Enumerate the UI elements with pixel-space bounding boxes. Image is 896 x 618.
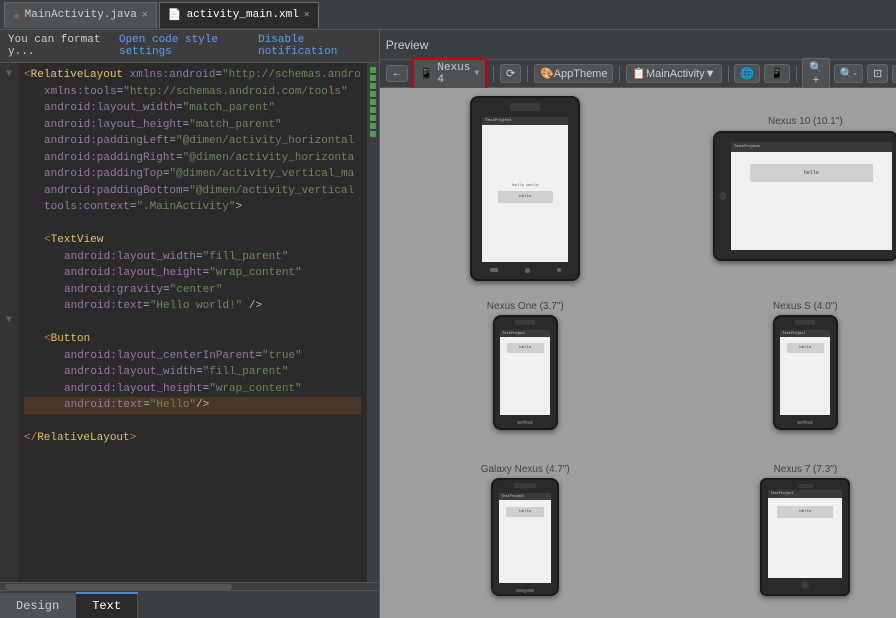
disable-notification-link[interactable]: Disable notification (258, 34, 371, 58)
zoom-fit-button[interactable]: ⊡ (867, 64, 888, 83)
code-line-12: android:layout_width="fill_parent" (24, 249, 361, 266)
nexus7-container: Nexus 7 (7.3") TestProject hello (668, 451, 896, 611)
more-button[interactable]: » (892, 65, 896, 83)
preview-canvas: TestProject hello world hello (380, 88, 896, 618)
notification-text: You can format y... (8, 34, 115, 58)
galaxy-nexus-label: Galaxy Nexus (4.7") (481, 464, 570, 475)
java-file-icon: ☕ (13, 8, 20, 22)
tab-main-activity-java[interactable]: ☕ MainActivity.java ✕ (4, 2, 157, 28)
xml-file-icon: 📄 (168, 8, 182, 22)
device-toolbar: ← 📱 Nexus 4 ▼ ⟳ 🎨 AppTheme (380, 60, 896, 88)
separator4 (728, 66, 729, 82)
tab-close-xml[interactable]: ✕ (304, 9, 310, 21)
gutter-indicator (370, 83, 376, 89)
zoom-in-button[interactable]: 🔍+ (802, 58, 829, 89)
gutter-indicator (370, 99, 376, 105)
tab-close-java[interactable]: ✕ (142, 9, 148, 21)
nexus-s-container: Nexus S (4.0") TestProject hello (668, 286, 896, 446)
code-line-21: android:text="Hello"/> (24, 397, 361, 414)
gutter-indicator (370, 75, 376, 81)
code-line-16 (24, 315, 361, 332)
fold-marker-1[interactable]: ▼ (0, 67, 18, 82)
back-button[interactable]: ← (386, 65, 408, 82)
tab-bar: ☕ MainActivity.java ✕ 📄 activity_main.xm… (0, 0, 896, 30)
code-line-6: android:paddingRight="@dimen/activity_ho… (24, 150, 361, 167)
activity-icon: 📋 (632, 67, 646, 80)
code-line-17: <Button (24, 331, 361, 348)
gutter-indicator (370, 131, 376, 137)
nexus-one-container: Nexus One (3.7") TestProject hello (388, 286, 663, 446)
galaxy-nexus-container: Galaxy Nexus (4.7") TestProject hello (388, 451, 663, 611)
nexus-one-label: Nexus One (3.7") (487, 301, 564, 312)
galaxy-nexus-device: TestProject hello (491, 478, 559, 596)
code-editor[interactable]: <RelativeLayout xmlns:android="http://sc… (18, 63, 367, 582)
code-line-10 (24, 216, 361, 233)
preview-header: Preview ⚙ — (380, 30, 896, 60)
code-line-2: xmlns:tools="http://schemas.android.com/… (24, 84, 361, 101)
device-dropdown-arrow: ▼ (474, 69, 479, 78)
nexus10-device: TestProject hello (713, 131, 896, 261)
device2-button[interactable]: 📱 (764, 64, 790, 83)
theme-button[interactable]: 🎨 AppTheme (534, 64, 614, 83)
nexus-s-device: TestProject hello (773, 315, 838, 430)
code-line-20: android:layout_height="wrap_content" (24, 381, 361, 398)
selected-device-label: Nexus 4 (437, 62, 470, 86)
code-line-19: android:layout_width="fill_parent" (24, 364, 361, 381)
fold-marker-3[interactable]: ▼ (0, 313, 18, 328)
code-line-9: tools:context=".MainActivity"> (24, 199, 361, 216)
zoom-out-button[interactable]: 🔍- (834, 64, 863, 83)
code-line-18: android:layout_centerInParent="true" (24, 348, 361, 365)
open-code-style-link[interactable]: Open code style settings (119, 34, 254, 58)
device-selector[interactable]: 📱 Nexus 4 ▼ (412, 58, 488, 90)
code-line-7: android:paddingTop="@dimen/activity_vert… (24, 166, 361, 183)
code-line-22 (24, 414, 361, 431)
code-line-11: <TextView (24, 232, 361, 249)
nexus10-label: Nexus 10 (10.1") (768, 116, 843, 127)
separator3 (619, 66, 620, 82)
nexus7-label: Nexus 7 (7.3") (774, 464, 838, 475)
nexus4-container: TestProject hello world hello (388, 96, 663, 281)
scroll-thumb[interactable] (5, 584, 232, 590)
theme-icon: 🎨 (540, 67, 554, 80)
device-phone-icon: 📱 (420, 67, 434, 81)
tab-activity-main-xml[interactable]: 📄 activity_main.xml ✕ (159, 2, 319, 28)
gutter-indicator (370, 107, 376, 113)
code-line-3: android:layout_width="match_parent" (24, 100, 361, 117)
bottom-tab-bar: Design Text (0, 590, 379, 618)
gutter-indicator (370, 91, 376, 97)
nexus4-device: TestProject hello world hello (470, 96, 580, 281)
code-line-23: </RelativeLayout> (24, 430, 361, 447)
code-line-5: android:paddingLeft="@dimen/activity_hor… (24, 133, 361, 150)
activity-button[interactable]: 📋 MainActivity▼ (626, 64, 721, 83)
separator (493, 66, 494, 82)
code-line-13: android:layout_height="wrap_content" (24, 265, 361, 282)
code-line-14: android:gravity="center" (24, 282, 361, 299)
locale-button[interactable]: 🌐 (734, 64, 760, 83)
gutter-indicator (370, 67, 376, 73)
nexus-one-device: TestProject hello (493, 315, 558, 430)
rotate-button[interactable]: ⟳ (500, 64, 521, 83)
gutter-indicator (370, 115, 376, 121)
code-line-1: <RelativeLayout xmlns:android="http://sc… (24, 67, 361, 84)
nexus-s-label: Nexus S (4.0") (773, 301, 838, 312)
nexus7-device: TestProject hello (760, 478, 850, 596)
separator2 (527, 66, 528, 82)
code-line-4: android:layout_height="match_parent" (24, 117, 361, 134)
tab-text[interactable]: Text (76, 592, 138, 618)
code-line-15: android:text="Hello world!" /> (24, 298, 361, 315)
horizontal-scrollbar[interactable] (0, 582, 379, 590)
tab-design[interactable]: Design (0, 593, 76, 618)
right-gutter (367, 63, 379, 582)
gutter-indicator (370, 123, 376, 129)
preview-title: Preview (386, 38, 429, 52)
code-line-8: android:paddingBottom="@dimen/activity_v… (24, 183, 361, 200)
nexus10-container: Nexus 10 (10.1") TestProject hello (668, 96, 896, 281)
notification-bar: You can format y... Open code style sett… (0, 30, 379, 63)
separator5 (796, 66, 797, 82)
fold-marker-2[interactable] (0, 226, 18, 241)
